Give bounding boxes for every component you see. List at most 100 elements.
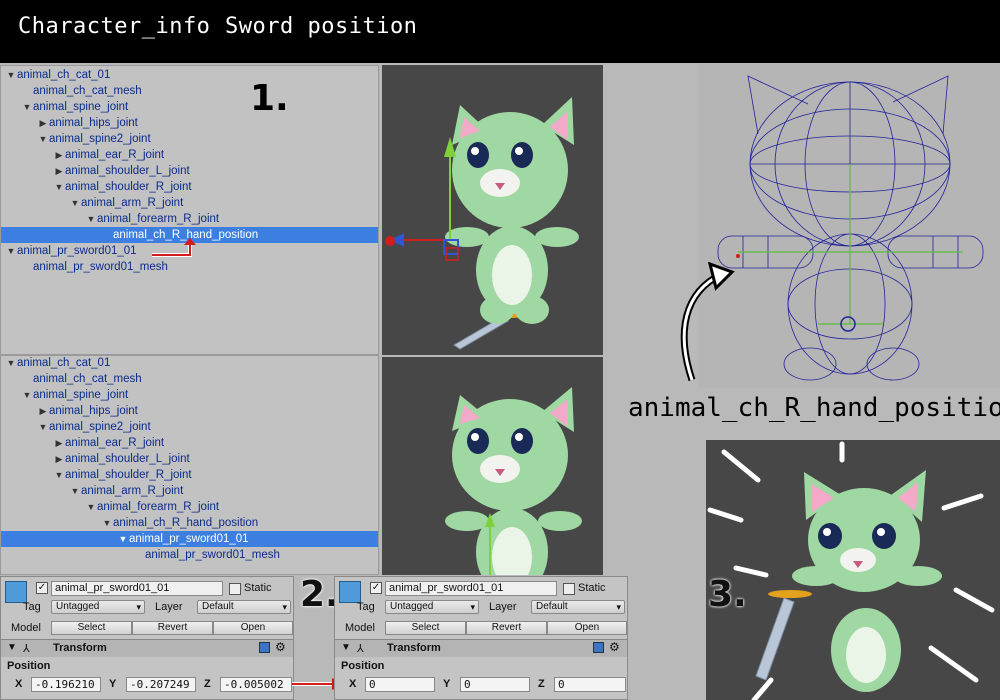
collapse-arrow-icon[interactable]: ▼ [5, 356, 17, 371]
step-one-label: 1. [250, 78, 289, 119]
expand-arrow-icon[interactable]: ▼ [341, 642, 351, 653]
tree-item[interactable]: animal_pr_sword01_mesh [1, 259, 378, 275]
layer-label: Layer [489, 601, 517, 613]
static-checkbox[interactable] [563, 583, 575, 595]
collapse-arrow-icon[interactable]: ▼ [85, 211, 97, 227]
scene-view-before[interactable] [382, 65, 603, 355]
tree-item[interactable]: ▼ animal_spine2_joint [1, 131, 378, 147]
collapse-arrow-icon[interactable]: ▼ [85, 499, 97, 515]
gear-icon[interactable]: ⚙ [609, 640, 620, 654]
tree-item[interactable]: ▼ animal_spine_joint [1, 99, 378, 115]
tree-item[interactable]: ▶ animal_hips_joint [1, 115, 378, 131]
collapse-arrow-icon[interactable]: ▼ [5, 67, 17, 83]
collapse-arrow-icon[interactable]: ▼ [5, 243, 17, 259]
tag-dropdown[interactable]: Untagged [385, 600, 479, 614]
hierarchy-panel-after[interactable]: ▼ animal_ch_cat_01 animal_ch_cat_mesh ▼ anim… [0, 355, 379, 575]
collapse-arrow-icon[interactable]: ▼ [53, 179, 65, 195]
expand-arrow-icon[interactable]: ▼ [7, 642, 17, 653]
revert-button[interactable]: Revert [132, 621, 213, 635]
collapse-arrow-icon[interactable]: ▼ [21, 387, 33, 403]
tag-dropdown[interactable]: Untagged [51, 600, 145, 614]
tree-item-label: animal_pr_sword01_01 [17, 245, 137, 257]
tree-item-label: animal_shoulder_R_joint [65, 469, 192, 481]
tree-item-label: animal_ch_cat_01 [17, 69, 111, 81]
tree-item[interactable]: ▶ animal_ear_R_joint [1, 147, 378, 163]
position-y-input[interactable]: 0 [460, 677, 530, 692]
collapse-arrow-icon[interactable]: ▼ [53, 467, 65, 483]
select-button[interactable]: Select [51, 621, 132, 635]
revert-button[interactable]: Revert [466, 621, 547, 635]
tree-item[interactable]: ▼ animal_forearm_R_joint [1, 499, 378, 515]
tree-item[interactable]: ▼ animal_shoulder_R_joint [1, 179, 378, 195]
expand-arrow-icon[interactable]: ▶ [37, 115, 49, 131]
expand-arrow-icon[interactable]: ▶ [53, 451, 65, 467]
help-book-icon[interactable] [259, 642, 270, 653]
tree-item[interactable]: ▼ animal_shoulder_R_joint [1, 467, 378, 483]
object-name-input[interactable]: animal_pr_sword01_01 [385, 581, 557, 596]
position-x-input[interactable]: 0 [365, 677, 435, 692]
tree-item[interactable]: ▼ animal_ch_cat_01 [1, 67, 378, 83]
expand-arrow-icon[interactable]: ▶ [53, 435, 65, 451]
scene-view-after[interactable] [382, 357, 603, 575]
tree-item-label: animal_spine2_joint [49, 133, 151, 145]
layer-dropdown[interactable]: Default [197, 600, 291, 614]
collapse-arrow-icon[interactable]: ▼ [117, 531, 129, 547]
collapse-arrow-icon[interactable]: ▼ [69, 195, 81, 211]
tree-item[interactable]: ▶ animal_ear_R_joint [1, 435, 378, 451]
expand-arrow-icon[interactable]: ▶ [53, 147, 65, 163]
collapse-arrow-icon[interactable]: ▼ [69, 483, 81, 499]
collapse-arrow-icon[interactable]: ▼ [37, 131, 49, 147]
tree-item[interactable]: ▼ animal_ch_cat_01 [1, 356, 378, 371]
active-checkbox[interactable]: ✓ [370, 582, 382, 594]
tree-item[interactable]: ▶ animal_shoulder_L_joint [1, 451, 378, 467]
expand-arrow-icon[interactable]: ▶ [37, 403, 49, 419]
tree-item[interactable]: ▼ animal_spine_joint [1, 387, 378, 403]
model-label: Model [345, 622, 375, 634]
tree-item-label: animal_shoulder_R_joint [65, 181, 192, 193]
curved-arrow-icon [680, 262, 735, 382]
tree-item-label: animal_pr_sword01_mesh [33, 261, 168, 273]
select-button[interactable]: Select [385, 621, 466, 635]
tree-item[interactable]: ▼ animal_arm_R_joint [1, 483, 378, 499]
tree-item-label: animal_spine_joint [33, 389, 129, 401]
tree-item[interactable]: ▼ animal_forearm_R_joint [1, 211, 378, 227]
gameobject-cube-icon [339, 581, 361, 603]
static-checkbox[interactable] [229, 583, 241, 595]
hand-position-caption: animal_ch_R_hand_position [628, 393, 1000, 423]
tree-item[interactable]: ▼ animal_pr_sword01_01 [1, 531, 378, 547]
tree-item[interactable]: ▶ animal_shoulder_L_joint [1, 163, 378, 179]
tree-item[interactable]: animal_ch_cat_mesh [1, 83, 378, 99]
tree-item[interactable]: ▼ animal_ch_R_hand_position [1, 515, 378, 531]
tree-item[interactable]: ▼ animal_spine2_joint [1, 419, 378, 435]
tree-item-label: animal_ch_cat_mesh [33, 85, 142, 97]
open-button[interactable]: Open [213, 621, 293, 635]
tree-item-label: animal_forearm_R_joint [97, 501, 220, 513]
tree-item[interactable]: ▶ animal_hips_joint [1, 403, 378, 419]
tree-item-label: animal_shoulder_L_joint [65, 453, 190, 465]
transform-title: Transform [53, 642, 107, 654]
tree-item-label: animal_hips_joint [49, 405, 138, 417]
wireframe-view [698, 64, 1000, 388]
static-label: Static [578, 582, 606, 594]
object-name-input[interactable]: animal_pr_sword01_01 [51, 581, 223, 596]
gear-icon[interactable]: ⚙ [275, 640, 286, 654]
hierarchy-panel-before[interactable]: ▼ animal_ch_cat_01 animal_ch_cat_mesh ▼ anim… [0, 65, 379, 355]
expand-arrow-icon[interactable]: ▶ [53, 163, 65, 179]
collapse-arrow-icon[interactable]: ▼ [21, 99, 33, 115]
position-z-input[interactable]: -0.005002 [220, 677, 292, 692]
collapse-arrow-icon[interactable]: ▼ [101, 515, 113, 531]
position-y-input[interactable]: -0.207249 [126, 677, 196, 692]
position-x-input[interactable]: -0.196210 [31, 677, 101, 692]
tree-item[interactable]: animal_pr_sword01_mesh [1, 547, 378, 563]
layer-dropdown[interactable]: Default [531, 600, 625, 614]
active-checkbox[interactable]: ✓ [36, 582, 48, 594]
transform-header[interactable]: ▼ ⅄ Transform ⚙ [335, 639, 627, 657]
help-book-icon[interactable] [593, 642, 604, 653]
position-z-input[interactable]: 0 [554, 677, 626, 692]
tree-item[interactable]: animal_ch_cat_mesh [1, 371, 378, 387]
transform-header[interactable]: ▼ ⅄ Transform ⚙ [1, 639, 293, 657]
collapse-arrow-icon[interactable]: ▼ [37, 419, 49, 435]
y-label: Y [109, 678, 117, 690]
tree-item[interactable]: ▼ animal_arm_R_joint [1, 195, 378, 211]
open-button[interactable]: Open [547, 621, 627, 635]
